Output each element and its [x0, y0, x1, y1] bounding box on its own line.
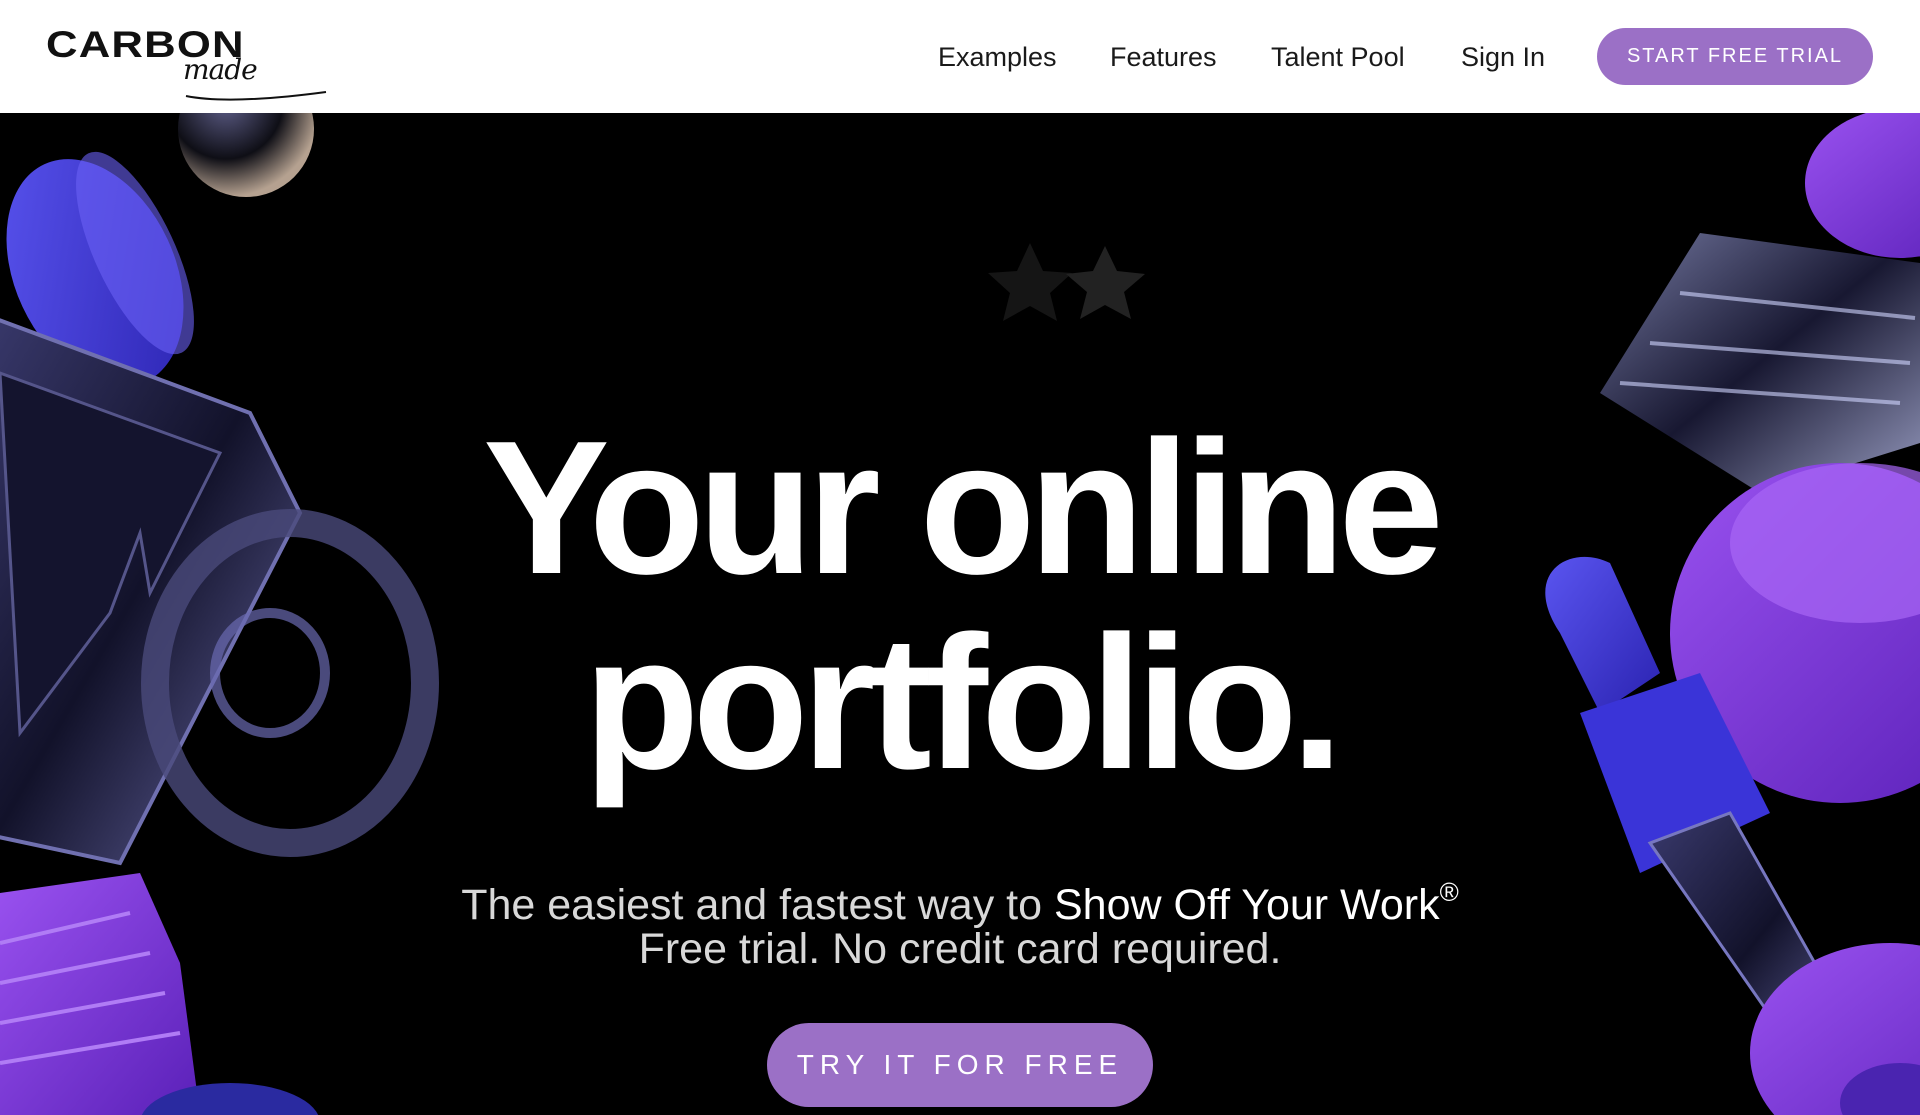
registered-mark: ® — [1439, 877, 1459, 907]
hero-headline-line-1: Your online — [483, 402, 1444, 614]
hero-subline-1: The easiest and fastest way to Show Off … — [0, 867, 1920, 930]
nav-features[interactable]: Features — [1110, 41, 1217, 73]
nav-talent-pool[interactable]: Talent Pool — [1271, 41, 1405, 73]
hero-subline-2: Free trial. No credit card required. — [638, 925, 1282, 973]
nav-examples[interactable]: Examples — [938, 41, 1057, 73]
hero-section: Your online portfolio. The easiest and f… — [0, 113, 1920, 1115]
page: CARBON made Examples Features Talent Poo… — [0, 0, 1920, 1115]
try-it-for-free-button[interactable]: TRY IT FOR FREE — [767, 1023, 1153, 1107]
logo-swash-icon — [185, 91, 327, 101]
subline-prefix: The easiest and fastest way to — [461, 881, 1054, 929]
subline-emphasis: Show Off Your Work — [1053, 881, 1440, 929]
hero-headline-line-2: portfolio. — [583, 597, 1343, 809]
site-header: CARBON made Examples Features Talent Poo… — [0, 0, 1920, 113]
nav-sign-in[interactable]: Sign In — [1461, 41, 1545, 73]
carbonmade-logo[interactable]: CARBON made — [46, 26, 327, 101]
start-free-trial-button[interactable]: START FREE TRIAL — [1597, 28, 1873, 85]
